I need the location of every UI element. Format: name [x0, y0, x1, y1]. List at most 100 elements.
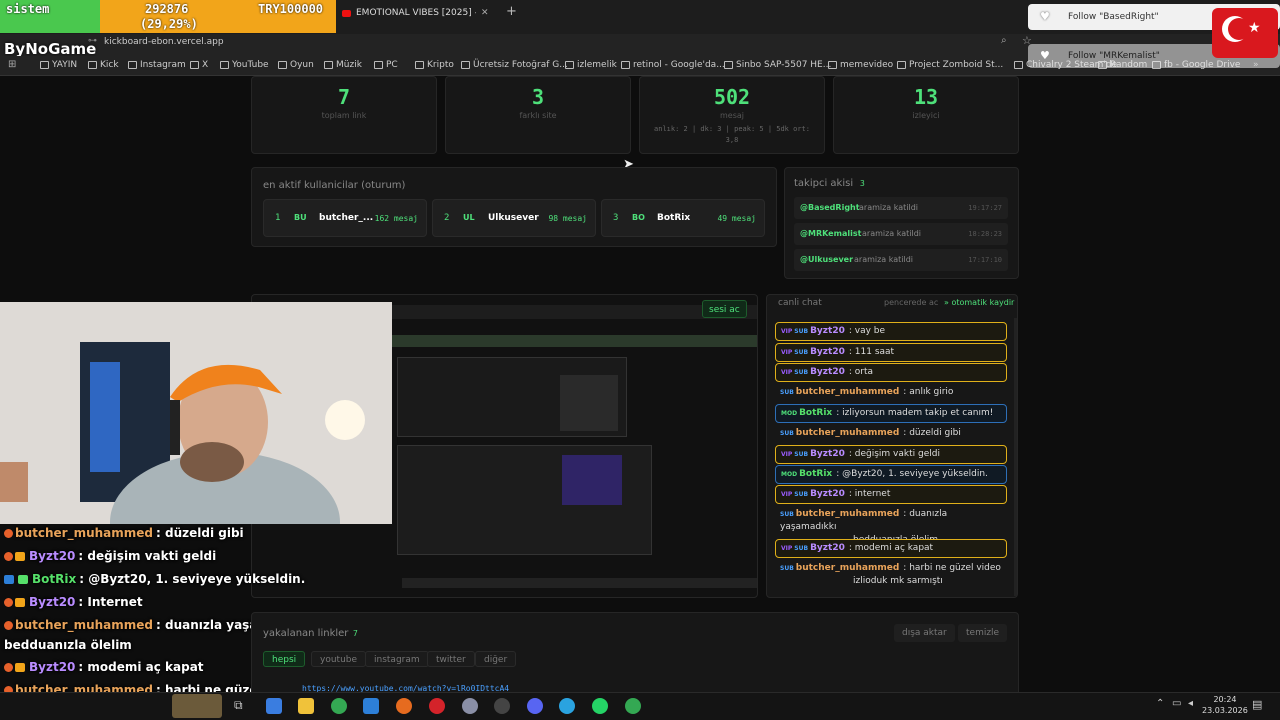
- chat-scrollbar[interactable]: [1014, 318, 1017, 596]
- chat-username[interactable]: butcher_muhammed: [796, 509, 900, 519]
- chat-username[interactable]: Byzt20: [810, 347, 845, 357]
- follower-time: 19:17:27: [968, 204, 1002, 212]
- follower-name: @Ulkusever: [800, 255, 854, 264]
- chat-message: VIP SUB Byzt20: 111 saat: [775, 343, 1007, 362]
- chat-text: orta: [854, 367, 874, 377]
- filter-twitter[interactable]: twitter: [427, 651, 475, 667]
- overlay-chat-line: Byzt20: değişim vakti geldi: [4, 549, 216, 563]
- follower-row: @BasedRight aramiza katildi 19:17:27: [794, 197, 1008, 219]
- filter-other[interactable]: diğer: [475, 651, 517, 667]
- bookmark-label: Kripto: [427, 60, 454, 70]
- bookmark-icon: [621, 61, 630, 69]
- preview-header: [392, 335, 757, 347]
- bookmark-item[interactable]: retinol - Google'da...: [621, 60, 725, 70]
- mail-icon[interactable]: [363, 698, 379, 714]
- active-users-title: en aktif kullanicilar (oturum): [263, 180, 406, 191]
- bookmark-item[interactable]: Kick: [88, 60, 119, 70]
- bookmark-item[interactable]: Kripto: [415, 60, 454, 70]
- chat-username[interactable]: Byzt20: [810, 449, 845, 459]
- chat-username[interactable]: butcher_muhammed: [796, 387, 900, 397]
- follower-time: 18:28:23: [968, 230, 1002, 238]
- chat-username[interactable]: butcher_muhammed: [796, 563, 900, 573]
- user-message-count: 49 mesaj: [717, 214, 756, 223]
- turkish-flag-icon: ★: [1212, 8, 1278, 58]
- user-message-count: 98 mesaj: [548, 214, 587, 223]
- youtube-icon: [342, 9, 351, 17]
- autoscroll-label: otomatik kaydir: [951, 298, 1015, 307]
- popout-chat-button[interactable]: pencerede ac: [884, 298, 938, 307]
- zoom-icon[interactable]: ⌕: [1001, 35, 1007, 46]
- obs-icon[interactable]: [494, 698, 510, 714]
- bookmark-item[interactable]: Oyun: [278, 60, 314, 70]
- discord-icon[interactable]: [527, 698, 543, 714]
- bookmark-icon: [220, 61, 229, 69]
- chat-username[interactable]: Byzt20: [810, 489, 845, 499]
- chat-badge: SUB: [780, 430, 794, 437]
- task-view-icon[interactable]: ⧉: [234, 698, 243, 713]
- filter-all[interactable]: hepsi: [263, 651, 306, 667]
- firefox-icon[interactable]: [396, 698, 412, 714]
- links-count-badge: 7: [353, 629, 358, 638]
- chat-badge: SUB: [794, 328, 809, 335]
- bookmark-item[interactable]: izlemelik: [565, 60, 617, 70]
- copilot-icon[interactable]: [266, 698, 282, 714]
- overlay-chat-line: Byzt20: modemi aç kapat: [4, 660, 204, 674]
- tray-chevron-icon[interactable]: ⌃: [1156, 698, 1164, 709]
- new-tab-icon[interactable]: +: [506, 4, 517, 19]
- bookmark-item[interactable]: Müzik: [324, 60, 362, 70]
- weather-widget[interactable]: [172, 694, 222, 718]
- bookmark-item[interactable]: YAYIN: [40, 60, 77, 70]
- chrome-profile-icon[interactable]: [625, 698, 641, 714]
- active-user-card[interactable]: 3 BO BotRix 49 mesaj: [601, 199, 765, 237]
- filter-instagram[interactable]: instagram: [365, 651, 429, 667]
- chat-username[interactable]: Byzt20: [810, 367, 845, 377]
- volume-icon[interactable]: ◂: [1188, 698, 1193, 709]
- bookmark-icon: [724, 61, 733, 69]
- chat-username[interactable]: BotRix: [799, 408, 832, 418]
- export-links-button[interactable]: dışa aktar: [894, 624, 955, 642]
- telegram-icon[interactable]: [559, 698, 575, 714]
- close-tab-icon[interactable]: ✕: [481, 8, 489, 18]
- overlay-chat-text: : değişim vakti geldi: [78, 549, 217, 563]
- chat-username[interactable]: butcher_muhammed: [796, 428, 900, 438]
- notifications-icon[interactable]: ▤: [1252, 698, 1262, 711]
- overlay-goal: TRY100000: [258, 2, 324, 16]
- bookmark-item[interactable]: X: [190, 60, 208, 70]
- bookmark-item[interactable]: YouTube: [220, 60, 269, 70]
- chat-username[interactable]: Byzt20: [810, 326, 845, 336]
- stat-label: toplam link: [321, 111, 367, 120]
- chat-username[interactable]: BotRix: [799, 469, 832, 479]
- bookmark-item[interactable]: memevideo: [828, 60, 893, 70]
- bookmark-item[interactable]: Sinbo SAP-5507 HE...: [724, 60, 831, 70]
- bookmark-icon: [324, 61, 333, 69]
- bookmark-icon: [40, 61, 49, 69]
- chat-username[interactable]: Byzt20: [810, 543, 845, 553]
- url-text[interactable]: kickboard-ebon.vercel.app: [104, 37, 224, 47]
- bookmark-label: Müzik: [336, 60, 362, 70]
- active-user-card[interactable]: 1 BU butcher_... 162 mesaj: [263, 199, 427, 237]
- stat-value: 3: [531, 85, 545, 109]
- apps-grid-icon[interactable]: ⊞: [8, 59, 16, 70]
- filter-youtube[interactable]: youtube: [311, 651, 367, 667]
- app-icon[interactable]: [462, 698, 478, 714]
- bookmark-item[interactable]: Instagram: [128, 60, 186, 70]
- opera-icon[interactable]: [429, 698, 445, 714]
- unmute-button[interactable]: sesi ac: [702, 300, 747, 318]
- browser-tab[interactable]: EMOTIONAL VIBES [2025] – DE ✕: [342, 4, 500, 22]
- network-icon[interactable]: ▭: [1172, 698, 1181, 709]
- autoscroll-toggle[interactable]: » otomatik kaydir: [944, 298, 1014, 307]
- bookmark-item[interactable]: Project Zomboid St...: [897, 60, 1003, 70]
- whatsapp-icon[interactable]: [592, 698, 608, 714]
- overlay-amount: 292876: [145, 2, 189, 16]
- clock-time[interactable]: 20:24: [1213, 695, 1237, 704]
- clock-date[interactable]: 23.03.2026: [1202, 706, 1248, 715]
- bookmark-item[interactable]: PC: [374, 60, 398, 70]
- chat-badge-icon: [4, 575, 14, 584]
- bookmark-item[interactable]: Ücretsiz Fotoğraf G...: [461, 60, 568, 70]
- chat-badge: SUB: [794, 545, 809, 552]
- active-user-card[interactable]: 2 UL Ulkusever 98 mesaj: [432, 199, 596, 237]
- file-explorer-icon[interactable]: [298, 698, 314, 714]
- chat-message: SUB butcher_muhammed: düzeldi gibi: [780, 428, 961, 438]
- clear-links-button[interactable]: temizle: [958, 624, 1008, 642]
- chrome-icon[interactable]: [331, 698, 347, 714]
